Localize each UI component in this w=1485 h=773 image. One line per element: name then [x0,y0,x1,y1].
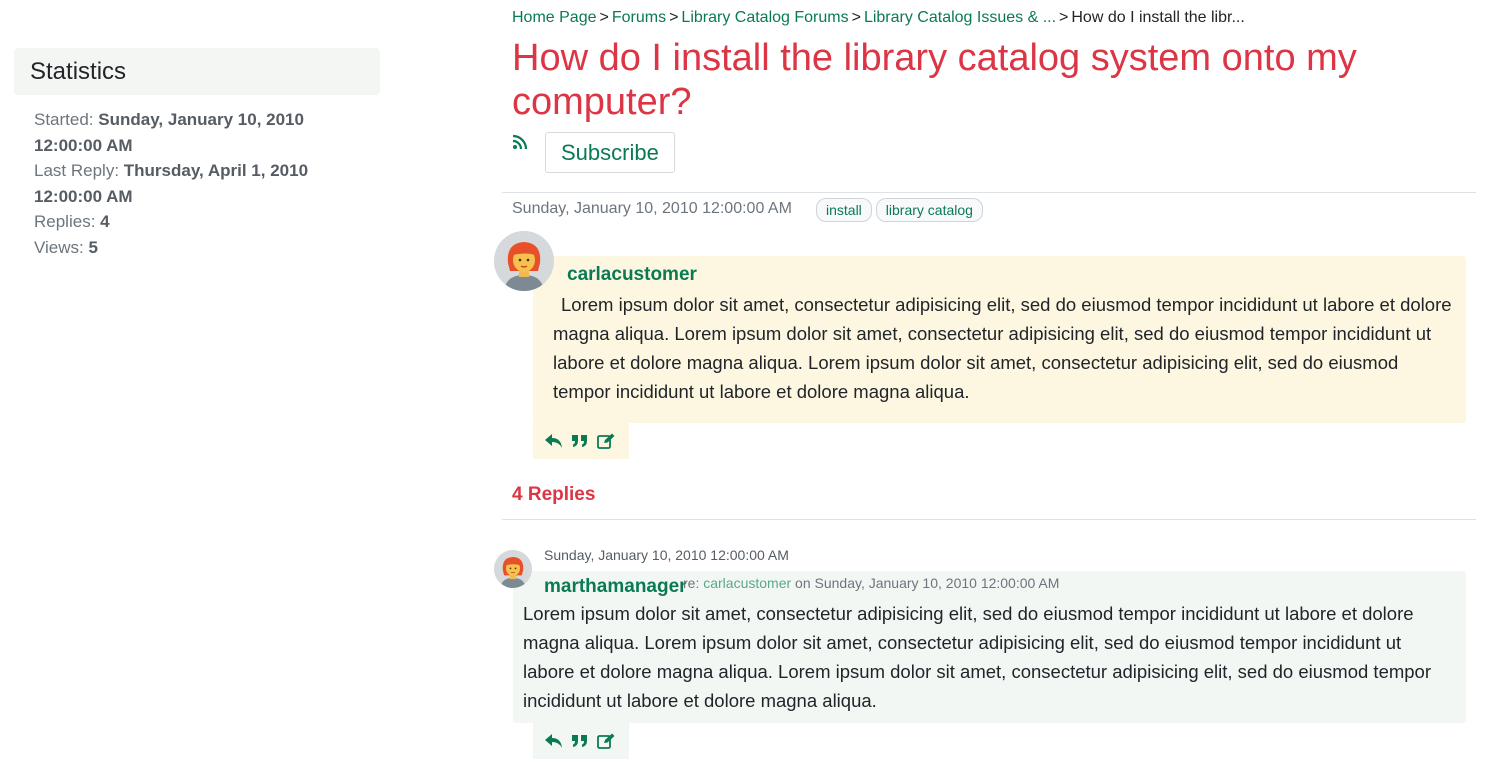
statistics-panel: Statistics Started: Sunday, January 10, … [14,48,380,260]
edit-icon[interactable] [596,731,616,751]
reply-author-link[interactable]: marthamanager [544,576,687,598]
quote-icon[interactable] [570,431,590,451]
divider [502,519,1476,520]
reply-icon[interactable] [544,731,564,751]
post-date: Sunday, January 10, 2010 12:00:00 AM [512,200,792,217]
breadcrumb: Home Page > Forums > Library Catalog Forums >… [512,9,1245,26]
avatar[interactable] [494,550,532,588]
stat-views-value: 5 [88,237,98,257]
breadcrumb-forums[interactable]: Forums [612,9,666,26]
reply-actions [533,723,629,759]
reply-date: Sunday, January 10, 2010 12:00:00 AM [544,547,789,563]
subscribe-button[interactable]: Subscribe [545,132,675,173]
statistics-body: Started: Sunday, January 10, 2010 12:00:… [14,95,314,260]
avatar-image [494,231,554,291]
divider [502,192,1476,193]
statistics-heading: Statistics [14,48,380,95]
replies-heading: 4 Replies [512,484,596,505]
breadcrumb-current: How do I install the libr... [1071,9,1245,26]
avatar[interactable] [494,231,554,291]
original-post: carlacustomer Lorem ipsum dolor sit amet… [533,256,1466,423]
reply-meta: re: carlacustomer on Sunday, January 10,… [683,575,1060,591]
reply-post: marthamanager re: carlacustomer on Sunda… [513,571,1466,723]
stat-started: Started: Sunday, January 10, 2010 12:00:… [34,110,304,155]
edit-icon[interactable] [596,431,616,451]
rss-icon[interactable] [512,134,528,150]
breadcrumb-library-catalog-forums[interactable]: Library Catalog Forums [681,9,848,26]
breadcrumb-library-catalog-issues[interactable]: Library Catalog Issues & ... [864,9,1056,26]
breadcrumb-home[interactable]: Home Page [512,9,597,26]
reply-to-user-link[interactable]: carlacustomer [703,575,791,591]
post-author-link[interactable]: carlacustomer [567,264,697,286]
post-body: Lorem ipsum dolor sit amet, consectetur … [553,294,1452,402]
stat-replies-value: 4 [100,212,110,231]
reply-body: Lorem ipsum dolor sit amet, consectetur … [523,603,1432,711]
tag-library-catalog[interactable]: library catalog [875,198,983,222]
stat-replies: Replies: 4 [34,212,110,231]
stat-views: Views: 5 [34,237,98,257]
reply-icon[interactable] [544,431,564,451]
avatar-image [494,550,532,588]
quote-icon[interactable] [570,731,590,751]
post-actions [533,423,629,459]
tag-install[interactable]: install [816,198,872,222]
tag-list: install library catalog [816,198,983,222]
stat-last-reply: Last Reply: Thursday, April 1, 2010 12:0… [34,161,309,206]
page-title: How do I install the library catalog sys… [512,37,1357,123]
